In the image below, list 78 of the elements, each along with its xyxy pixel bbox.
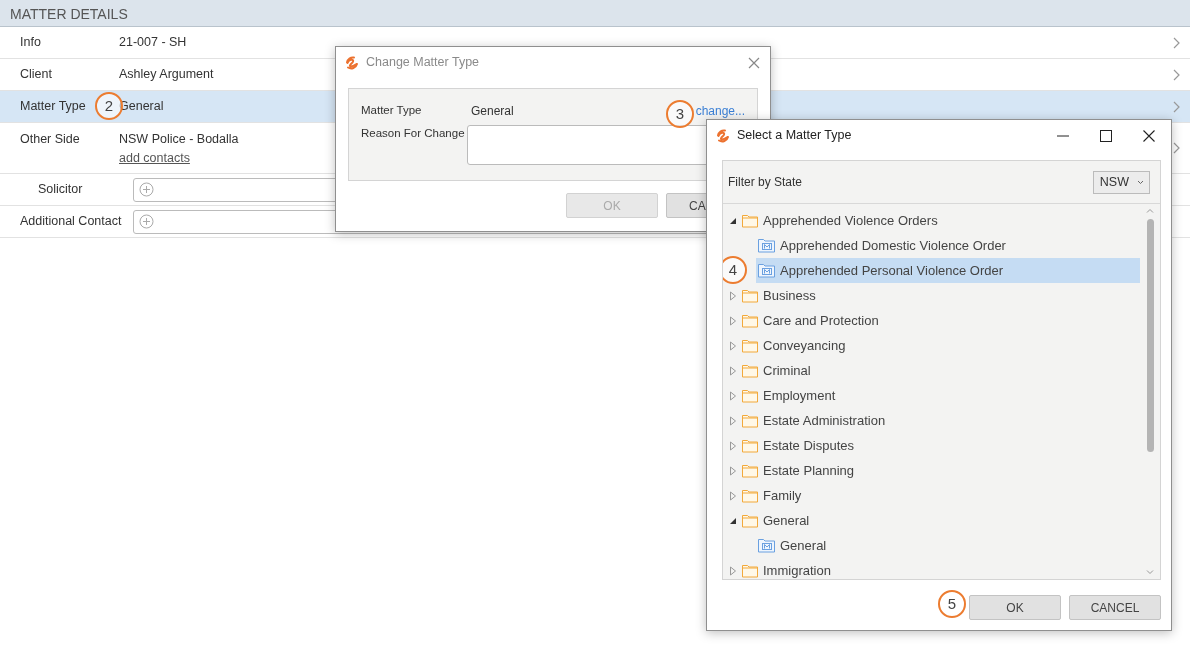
field-label: Solicitor <box>38 182 83 197</box>
folder-icon <box>742 513 758 528</box>
tree-item[interactable]: Apprehended Personal Violence Order <box>756 258 1140 283</box>
collapsed-triangle-icon[interactable] <box>729 290 737 301</box>
add-icon[interactable] <box>139 214 154 229</box>
folder-icon <box>742 288 758 303</box>
expanded-triangle-icon[interactable] <box>729 516 737 525</box>
collapsed-triangle-icon[interactable] <box>729 565 737 576</box>
document-folder-icon <box>758 238 775 253</box>
close-icon[interactable] <box>1143 129 1155 142</box>
tree-item[interactable]: Business <box>740 283 1140 308</box>
filter-label: Filter by State <box>728 174 803 191</box>
field-value: 21-007 - SH <box>119 35 187 50</box>
field-value: NSW Police - Bodalla <box>119 132 239 146</box>
chevron-right-icon[interactable] <box>1172 68 1180 81</box>
tree-item[interactable]: Apprehended Violence Orders <box>740 208 1140 233</box>
caret-down-icon <box>1137 179 1144 185</box>
state-dropdown[interactable]: NSW <box>1092 170 1150 194</box>
tree-item[interactable]: Criminal <box>740 358 1140 383</box>
document-folder-icon <box>758 538 775 553</box>
add-icon[interactable] <box>139 182 154 197</box>
collapsed-triangle-icon[interactable] <box>729 490 737 501</box>
tree-item[interactable]: Estate Planning <box>740 458 1140 483</box>
collapsed-triangle-icon[interactable] <box>729 415 737 426</box>
folder-icon <box>742 363 758 378</box>
collapsed-triangle-icon[interactable] <box>729 465 737 476</box>
dialog-title: Change Matter Type <box>366 54 480 72</box>
logo-icon <box>344 54 360 71</box>
collapsed-triangle-icon[interactable] <box>729 315 737 326</box>
maximize-icon[interactable] <box>1100 129 1112 142</box>
tree-item[interactable]: General <box>740 508 1140 533</box>
chevron-right-icon[interactable] <box>1172 100 1180 113</box>
field-label: Matter Type <box>20 99 86 114</box>
change-link[interactable]: change... <box>695 102 745 120</box>
scroll-up-icon[interactable] <box>1146 208 1154 213</box>
chevron-right-icon[interactable] <box>1172 36 1180 49</box>
dialog-title: Select a Matter Type <box>737 127 852 145</box>
add-contacts-link[interactable]: add contacts <box>119 150 190 165</box>
collapsed-triangle-icon[interactable] <box>729 390 737 401</box>
logo-icon <box>715 127 731 144</box>
field-value: General <box>471 103 514 120</box>
folder-icon <box>742 213 758 228</box>
field-label: Additional Contact <box>20 214 122 229</box>
document-folder-icon <box>758 263 775 278</box>
field-value: Ashley Argument <box>119 67 214 82</box>
collapsed-triangle-icon[interactable] <box>729 440 737 451</box>
tree-item[interactable]: Conveyancing <box>740 333 1140 358</box>
tree-item[interactable]: Estate Administration <box>740 408 1140 433</box>
folder-icon <box>742 413 758 428</box>
callout-marker: 4 <box>723 256 747 284</box>
tree-item[interactable]: General <box>756 533 1140 558</box>
field-label: Client <box>20 67 52 82</box>
tree-item[interactable]: Apprehended Domestic Violence Order <box>756 233 1140 258</box>
tree-item[interactable]: Employment <box>740 383 1140 408</box>
tree-item[interactable]: Family <box>740 483 1140 508</box>
scrollbar-thumb[interactable] <box>1146 219 1154 452</box>
scroll-down-icon[interactable] <box>1146 570 1154 575</box>
tree-item[interactable]: Care and Protection <box>740 308 1140 333</box>
collapsed-triangle-icon[interactable] <box>729 340 737 351</box>
expanded-triangle-icon[interactable] <box>729 216 737 225</box>
folder-icon <box>742 438 758 453</box>
tree-item[interactable]: Estate Disputes <box>740 433 1140 458</box>
tree-item[interactable]: Immigration <box>740 558 1140 579</box>
field-label: Info <box>20 35 41 50</box>
folder-icon <box>742 313 758 328</box>
field-label: Reason For Change <box>361 126 466 141</box>
chevron-right-icon[interactable] <box>1172 142 1180 154</box>
folder-icon <box>742 388 758 403</box>
folder-icon <box>742 338 758 353</box>
dialog-button[interactable]: OK <box>969 595 1061 620</box>
callout-marker: 5 <box>938 590 966 618</box>
field-label: Matter Type <box>361 103 423 119</box>
collapsed-triangle-icon[interactable] <box>729 365 737 376</box>
field-label: Other Side <box>20 132 80 146</box>
section-header: MATTER DETAILS <box>0 0 1190 27</box>
folder-icon <box>742 463 758 478</box>
folder-icon <box>742 488 758 503</box>
dialog-button[interactable]: CANCEL <box>1069 595 1161 620</box>
